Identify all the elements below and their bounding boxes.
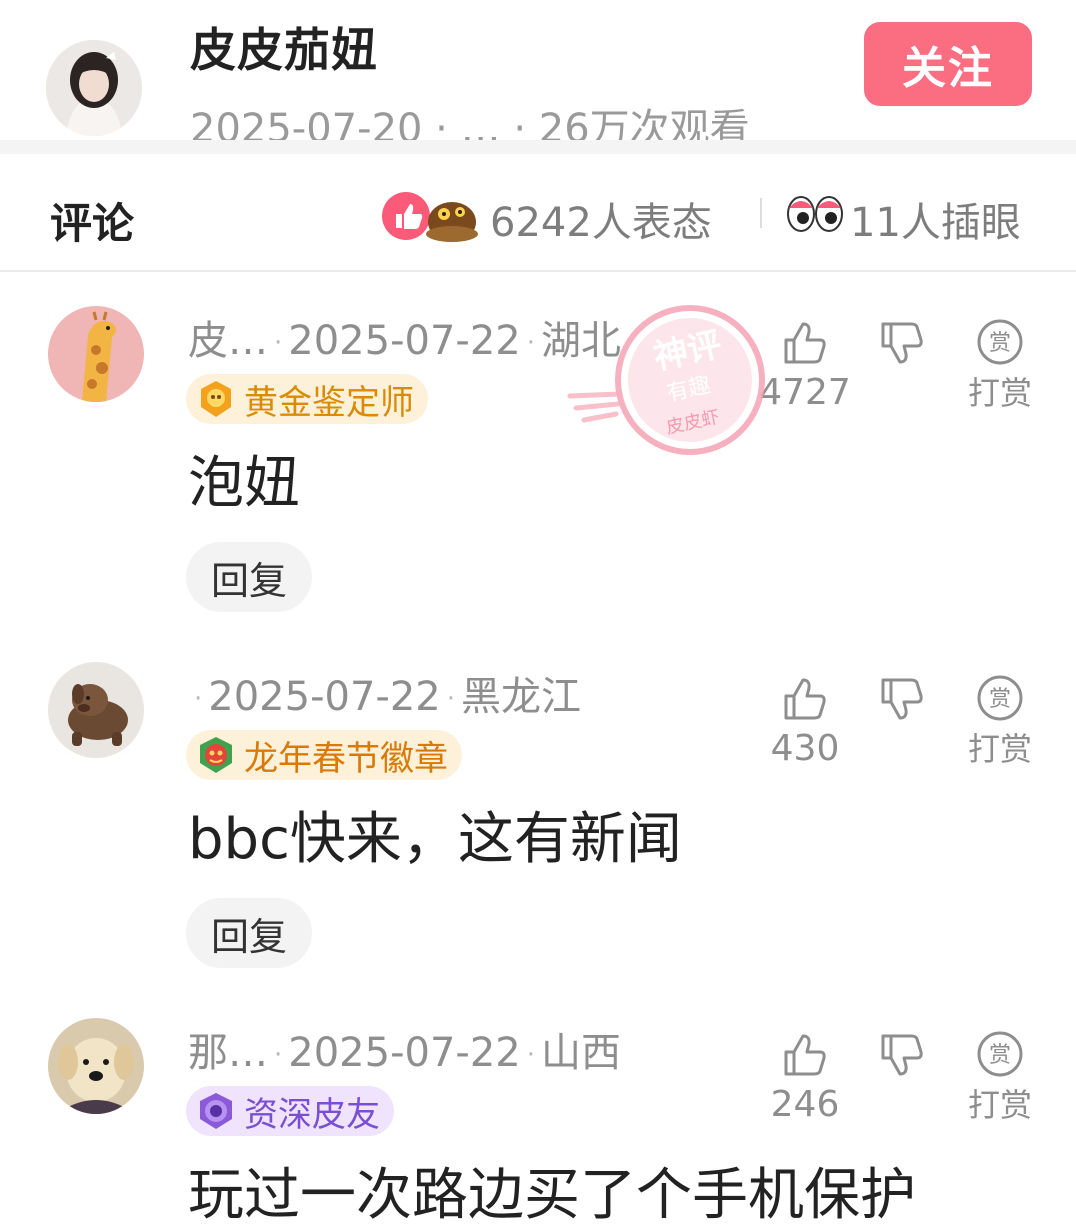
- thumbs-down-icon: [881, 1034, 923, 1076]
- meta-separator: ·: [274, 1040, 283, 1070]
- commenter-avatar[interactable]: [48, 1018, 144, 1114]
- commenter-name[interactable]: 皮…: [188, 318, 268, 364]
- reward-button[interactable]: 赏 打赏: [962, 674, 1038, 770]
- comment-meta: · 2025-07-22 · 黑龙江: [188, 664, 581, 722]
- section-divider: [0, 140, 1076, 154]
- comments-header: 评论 6242人表态 11人插眼: [0, 154, 1076, 272]
- dog-toy-avatar-image: [48, 662, 144, 758]
- comment-text: 泡妞: [188, 451, 300, 516]
- comment-date: 2025-07-22: [288, 1030, 521, 1076]
- peek-count: 11人插眼: [850, 200, 1021, 246]
- senior-member-icon: [200, 1093, 232, 1129]
- reward-glyph: 赏: [989, 1043, 1011, 1068]
- dragon-badge-icon: [200, 737, 232, 773]
- post-meta: 2025-07-20 · … · 26万次观看: [190, 106, 750, 140]
- thumbs-up-icon: [784, 1034, 826, 1076]
- commenter-avatar[interactable]: [48, 306, 144, 402]
- badge-label: 黄金鉴定师: [244, 382, 414, 423]
- thumbs-down-icon: [881, 678, 923, 720]
- comment-meta: 皮… · 2025-07-22 · 湖北: [188, 308, 621, 366]
- eyes-icon[interactable]: [786, 194, 844, 234]
- comment-date: 2025-07-22: [208, 674, 441, 720]
- reward-button[interactable]: 赏 打赏: [962, 1030, 1038, 1126]
- follow-button[interactable]: 关注: [864, 22, 1032, 106]
- author-name[interactable]: 皮皮茄妞: [190, 14, 378, 80]
- reward-icon: 赏: [977, 675, 1023, 721]
- reply-button[interactable]: 回复: [186, 542, 312, 612]
- user-badge[interactable]: 龙年春节徽章: [186, 730, 462, 780]
- author-avatar[interactable]: [46, 40, 142, 136]
- thumbs-up-icon: [784, 678, 826, 720]
- meta-separator: ·: [526, 328, 535, 358]
- like-button[interactable]: 430: [752, 674, 858, 769]
- reactions-count: 6242人表态: [490, 200, 712, 246]
- thumbs-up-icon: [784, 322, 826, 364]
- badge-label: 资深皮友: [244, 1094, 380, 1135]
- author-avatar-image: [46, 40, 142, 136]
- giraffe-avatar-image: [48, 306, 144, 402]
- reward-label: 打赏: [967, 1086, 1032, 1124]
- like-count: 246: [770, 1084, 840, 1125]
- meta-separator: ·: [526, 1040, 535, 1070]
- comment-text: 玩过一次路边买了个手机保护: [188, 1163, 916, 1228]
- dislike-button[interactable]: [872, 318, 932, 368]
- dislike-button[interactable]: [872, 1030, 932, 1080]
- header-separator: [760, 198, 762, 228]
- comment-date: 2025-07-22: [288, 318, 521, 364]
- badge-label: 龙年春节徽章: [244, 738, 448, 779]
- user-badge[interactable]: 资深皮友: [186, 1086, 394, 1136]
- comment-meta: 那… · 2025-07-22 · 山西: [188, 1020, 621, 1078]
- comment-region: 山西: [541, 1030, 621, 1076]
- post-header: 皮皮茄妞 关注 2025-07-20 · … · 26万次观看: [0, 0, 1076, 140]
- reward-icon: 赏: [977, 319, 1023, 365]
- like-count: 430: [770, 728, 840, 769]
- reward-button[interactable]: 赏 打赏: [962, 318, 1038, 414]
- thumbs-down-icon: [881, 322, 923, 364]
- user-badge[interactable]: 黄金鉴定师: [186, 374, 428, 424]
- featured-comment-stamp: 神评 有趣 皮皮虾: [560, 296, 780, 476]
- comments-title: 评论: [50, 199, 135, 248]
- reply-button[interactable]: 回复: [186, 898, 312, 968]
- puppy-avatar-image: [48, 1018, 144, 1114]
- gold-appraiser-icon: [201, 381, 231, 417]
- reaction-icons[interactable]: [380, 188, 480, 244]
- meta-separator: ·: [446, 684, 455, 714]
- comment-region: 黑龙江: [461, 674, 581, 720]
- thumbs-up-reaction-icon: [382, 192, 478, 242]
- reward-icon: 赏: [977, 1031, 1023, 1077]
- meta-separator: ·: [194, 684, 203, 714]
- reward-label: 打赏: [967, 374, 1032, 412]
- meta-separator: ·: [274, 328, 283, 358]
- reward-label: 打赏: [967, 730, 1032, 768]
- comment-text: bbc快来，这有新闻: [188, 807, 682, 872]
- commenter-name[interactable]: 那…: [188, 1030, 268, 1076]
- like-button[interactable]: 246: [752, 1030, 858, 1125]
- dislike-button[interactable]: [872, 674, 932, 724]
- commenter-avatar[interactable]: [48, 662, 144, 758]
- reward-glyph: 赏: [989, 687, 1011, 712]
- reward-glyph: 赏: [989, 331, 1011, 356]
